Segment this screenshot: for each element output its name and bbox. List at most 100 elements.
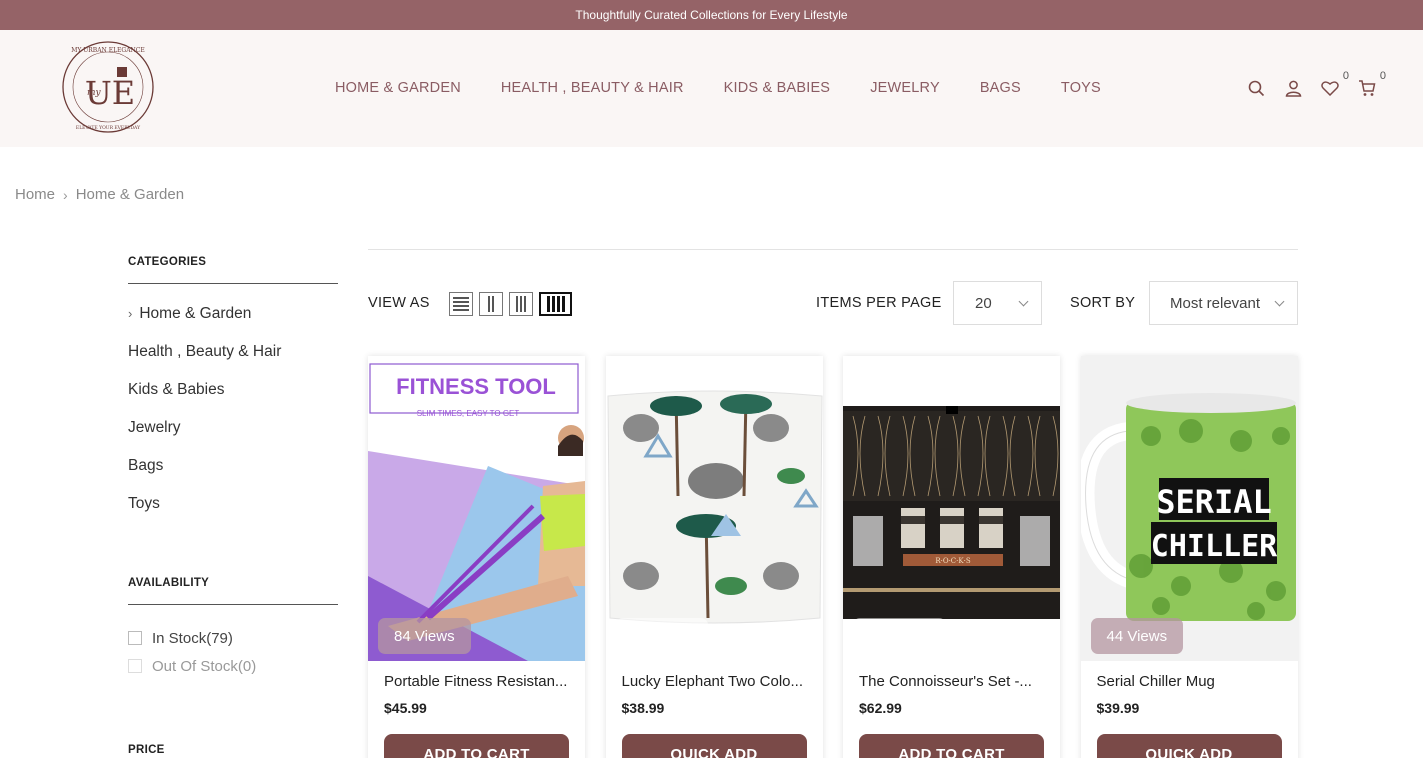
heart-icon (1321, 81, 1339, 96)
cart-button[interactable]: 0 (1357, 70, 1386, 98)
nav-home-garden[interactable]: HOME & GARDEN (335, 80, 461, 96)
image-subtitle: SLIM TIMES, EASY TO GET (417, 409, 520, 418)
views-badge: 84 Views (378, 618, 471, 654)
product-card[interactable]: 46 Views Lucky Elephant Two Colo... $38.… (605, 356, 823, 758)
product-image[interactable]: FITNESS TOOL SLIM TIMES, EASY TO GET 84 … (368, 356, 585, 661)
filter-sidebar: CATEGORIES › Home & Garden Health , Beaut… (128, 256, 338, 680)
product-name[interactable]: Serial Chiller Mug (1097, 673, 1287, 690)
category-item-home-garden[interactable]: › Home & Garden (128, 301, 338, 339)
price-title: PRICE (128, 744, 165, 756)
view-mode-buttons (449, 292, 572, 316)
product-grid: FITNESS TOOL SLIM TIMES, EASY TO GET 84 … (368, 356, 1318, 758)
wishlist-count: 0 (1342, 70, 1349, 82)
product-image[interactable]: SERIAL CHILLER 44 Views (1080, 356, 1298, 661)
breadcrumb-home[interactable]: Home (15, 186, 55, 203)
product-toolbar: VIEW AS ITEMS PER PAGE 20 SORT BY Most r… (368, 281, 1298, 325)
grid-4-button[interactable] (539, 292, 572, 316)
search-icon[interactable] (1246, 78, 1266, 98)
sort-by-value: Most relevant (1170, 294, 1261, 312)
announcement-text: Thoughtfully Curated Collections for Eve… (575, 8, 848, 22)
category-label: Bags (128, 457, 164, 474)
product-image[interactable]: 46 Views (605, 356, 823, 661)
product-name[interactable]: The Connoisseur's Set -... (859, 673, 1049, 690)
category-label: Health , Beauty & Hair (128, 343, 282, 360)
grid-3-button[interactable] (509, 292, 533, 316)
categories-title: CATEGORIES (128, 256, 338, 284)
filter-label: In Stock (152, 629, 207, 647)
wishlist-button[interactable]: 0 (1320, 70, 1349, 98)
add-to-cart-button[interactable]: ADD TO CART (859, 734, 1044, 758)
image-line-2: CHILLER (1150, 529, 1277, 564)
nav-health-beauty-hair[interactable]: HEALTH , BEAUTY & HAIR (501, 80, 684, 96)
header-icons: 0 0 (1246, 70, 1394, 98)
checkbox[interactable] (128, 659, 142, 673)
breadcrumb-current: Home & Garden (75, 186, 185, 203)
product-price: $39.99 (1096, 700, 1140, 716)
chevron-right-icon: › (63, 186, 68, 203)
product-card[interactable]: SERIAL CHILLER 44 Views Serial Chiller M… (1080, 356, 1298, 758)
image-title: FITNESS TOOL (396, 374, 556, 399)
chevron-down-icon (1018, 296, 1029, 307)
checkbox[interactable] (128, 631, 142, 645)
availability-title: AVAILABILITY (128, 577, 338, 605)
breadcrumb: Home › Home & Garden (15, 186, 184, 203)
product-price: $45.99 (384, 700, 427, 716)
announcement-bar: Thoughtfully Curated Collections for Eve… (0, 0, 1423, 30)
filter-count: (0) (237, 657, 257, 675)
cart-count: 0 (1379, 70, 1386, 82)
category-item-bags[interactable]: Bags (128, 453, 338, 491)
sort-by-label: SORT BY (1070, 295, 1136, 311)
chevron-down-icon (1274, 296, 1285, 307)
category-item-kids-babies[interactable]: Kids & Babies (128, 377, 338, 415)
cart-icon (1359, 79, 1376, 96)
product-card[interactable]: FITNESS TOOL SLIM TIMES, EASY TO GET 84 … (368, 356, 585, 758)
items-per-page-label: ITEMS PER PAGE (816, 295, 942, 311)
nav-bags[interactable]: BAGS (980, 80, 1021, 96)
grid-2-button[interactable] (479, 292, 503, 316)
views-badge: 44 Views (1090, 618, 1184, 654)
product-name[interactable]: Lucky Elephant Two Colo... (622, 673, 812, 690)
image-label: R·O·C·K·S (935, 557, 970, 565)
views-badge: 46 Views (615, 618, 709, 654)
logo-monogram: UE (85, 74, 135, 112)
sort-by-select[interactable]: Most relevant (1149, 281, 1298, 325)
filter-count: (79) (206, 629, 233, 647)
category-item-jewelry[interactable]: Jewelry (128, 415, 338, 453)
product-name[interactable]: Portable Fitness Resistan... (384, 673, 574, 690)
logo-ring-bottom: ELEVATE YOUR EVERYDAY (76, 125, 141, 131)
filter-in-stock[interactable]: In Stock (79) (128, 624, 338, 652)
site-logo[interactable]: MY URBAN ELEGANCE ELEVATE YOUR EVERYDAY … (60, 39, 156, 135)
nav-kids-babies[interactable]: KIDS & BABIES (724, 80, 831, 96)
filter-label: Out Of Stock (152, 657, 238, 675)
user-icon[interactable] (1283, 78, 1303, 98)
category-item-toys[interactable]: Toys (128, 491, 338, 529)
quick-add-button[interactable]: QUICK ADD (1096, 734, 1282, 758)
items-per-page-value: 20 (975, 294, 992, 312)
nav-toys[interactable]: TOYS (1061, 80, 1101, 96)
image-line-1: SERIAL (1156, 483, 1272, 521)
category-label: Kids & Babies (128, 381, 225, 398)
category-item-health-beauty-hair[interactable]: Health , Beauty & Hair (128, 339, 338, 377)
logo-ring-top: MY URBAN ELEGANCE (71, 47, 145, 54)
add-to-cart-button[interactable]: ADD TO CART (384, 734, 569, 758)
product-price: $38.99 (621, 700, 665, 716)
category-label: Toys (128, 495, 160, 512)
category-label: Home & Garden (139, 305, 252, 322)
view-as-label: VIEW AS (368, 295, 430, 311)
chevron-right-icon: › (128, 306, 133, 321)
category-list: › Home & Garden Health , Beauty & Hair Ki… (128, 301, 338, 529)
category-label: Jewelry (128, 419, 181, 436)
items-per-page-select[interactable]: 20 (953, 281, 1042, 325)
site-header: MY URBAN ELEGANCE ELEVATE YOUR EVERYDAY … (0, 30, 1423, 147)
product-card[interactable]: R·O·C·K·S 50 Views The Connoisseur's Set… (843, 356, 1060, 758)
list-view-button[interactable] (449, 292, 473, 316)
views-badge: 50 Views (853, 618, 946, 654)
nav-jewelry[interactable]: JEWELRY (870, 80, 940, 96)
availability-list: In Stock (79) Out Of Stock (0) (128, 624, 338, 680)
product-price: $62.99 (859, 700, 902, 716)
availability-section: AVAILABILITY In Stock (79) Out Of Stock … (128, 577, 338, 680)
filter-out-of-stock[interactable]: Out Of Stock (0) (128, 652, 338, 680)
quick-add-button[interactable]: QUICK ADD (621, 734, 807, 758)
divider (368, 249, 1298, 250)
product-image[interactable]: R·O·C·K·S 50 Views (843, 356, 1060, 661)
